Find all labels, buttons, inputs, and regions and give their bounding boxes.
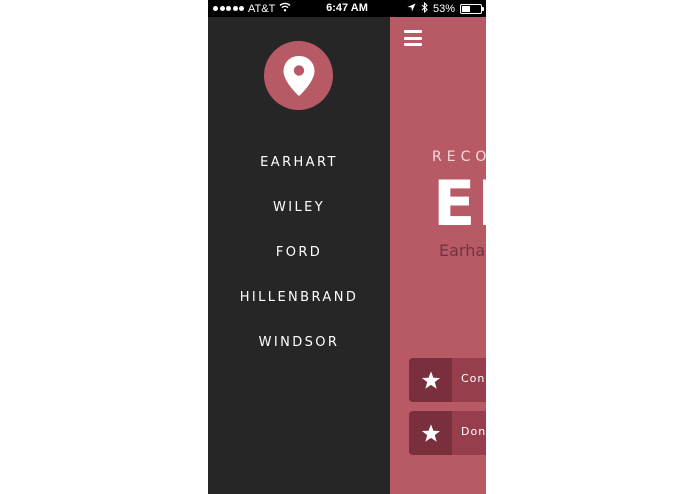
nav-item-earhart[interactable]: EARHART [208, 153, 390, 198]
side-drawer: EARHART WILEY FORD HILLENBRAND WINDSOR [208, 17, 390, 494]
star-icon [409, 358, 452, 402]
main-content: RECO EI Earha Cong Don [390, 17, 486, 494]
nav-item-hillenbrand[interactable]: HILLENBRAND [208, 288, 390, 333]
page-subtitle: Earha [439, 241, 486, 260]
section-eyebrow: RECO [432, 149, 486, 165]
nav-item-ford[interactable]: FORD [208, 243, 390, 288]
status-bar: AT&T 6:47 AM 53% [208, 0, 486, 17]
map-pin-icon [264, 41, 333, 110]
hamburger-menu-icon[interactable] [404, 30, 422, 46]
action-button-1[interactable]: Cong [409, 358, 486, 402]
nav-item-windsor[interactable]: WINDSOR [208, 333, 390, 378]
status-right: 53% [407, 1, 484, 16]
battery-tip [482, 7, 484, 11]
action-button-2[interactable]: Don [409, 411, 486, 455]
page-title: EI [433, 167, 486, 240]
nav-item-wiley[interactable]: WILEY [208, 198, 390, 243]
battery-icon [460, 4, 484, 14]
phone-screen: AT&T 6:47 AM 53% EARHART WILEY FORD HILL… [208, 0, 486, 494]
battery-fill [462, 6, 470, 12]
action-label-1: Cong [461, 372, 486, 385]
drawer-nav: EARHART WILEY FORD HILLENBRAND WINDSOR [208, 153, 390, 378]
battery-percent: 53% [432, 3, 455, 15]
bluetooth-icon [421, 1, 428, 16]
location-arrow-icon [407, 3, 416, 15]
action-label-2: Don [461, 425, 486, 438]
star-icon [409, 411, 452, 455]
